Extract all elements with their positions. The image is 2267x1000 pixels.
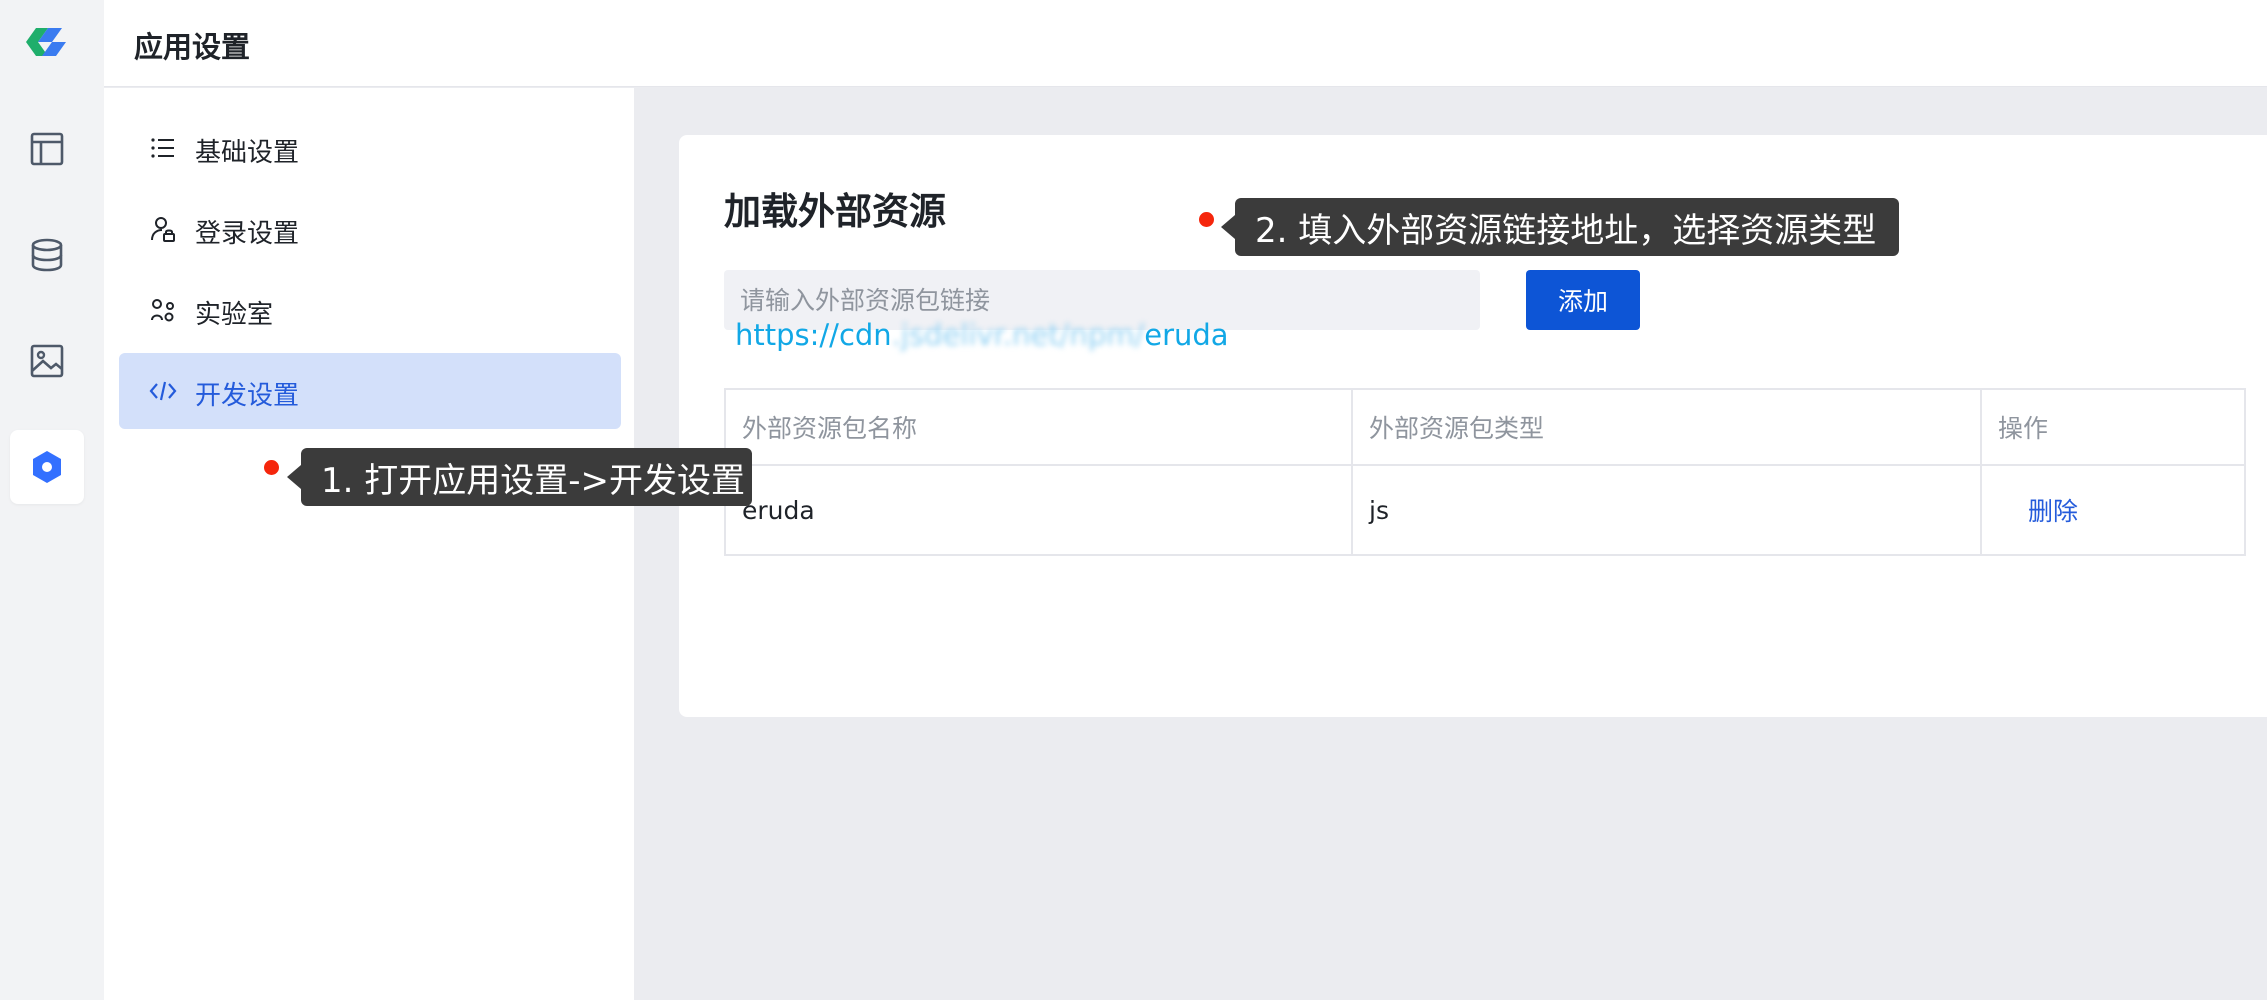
image-icon[interactable] [10,324,84,398]
sidebar-item-lab[interactable]: 实验室 [119,272,621,348]
url-blurred-part: .jsdelivr.net/npm/ [891,318,1145,352]
url-example-text: https://cdn.jsdelivr.net/npm/eruda [735,318,1229,352]
action-cell: 删除 [1982,466,2244,554]
table-row: eruda js 删除 [726,466,2244,554]
column-header-type: 外部资源包类型 [1353,390,1982,464]
icon-rail [0,0,104,1000]
hexagon-settings-icon[interactable] [10,430,84,504]
settings-sidebar: 基础设置 登录设置 实验室 开发设置 [104,88,634,1000]
annotation-tooltip-1: 1. 打开应用设置->开发设置 [287,448,752,506]
top-bar: 应用设置 [104,0,2267,87]
list-icon [149,134,177,162]
database-icon[interactable] [10,218,84,292]
delete-link[interactable]: 删除 [2028,492,2078,528]
annotation-marker-1 [264,460,279,475]
resource-table: 外部资源包名称 外部资源包类型 操作 eruda js 删除 [724,388,2246,556]
add-button[interactable]: 添加 [1526,270,1640,330]
sidebar-item-label: 开发设置 [195,381,300,411]
annotation-marker-2 [1199,212,1214,227]
code-icon [149,377,177,405]
resource-name-cell: eruda [726,466,1353,554]
url-suffix: eruda [1144,318,1229,352]
user-lock-icon [149,215,177,243]
sidebar-item-label: 登录设置 [195,219,300,249]
annotation-tooltip-2: 2. 填入外部资源链接地址，选择资源类型 [1221,198,1899,256]
layout-icon[interactable] [10,112,84,186]
sidebar-item-dev[interactable]: 开发设置 [119,353,621,429]
page-title: 应用设置 [134,30,251,64]
app-logo[interactable] [22,22,72,62]
url-prefix: https://cdn [735,318,892,352]
sidebar-item-login[interactable]: 登录设置 [119,191,621,267]
resource-type-cell: js [1353,466,1982,554]
sidebar-item-label: 实验室 [195,300,274,330]
sidebar-item-label: 基础设置 [195,138,300,168]
table-header: 外部资源包名称 外部资源包类型 操作 [726,390,2244,466]
section-title: 加载外部资源 [724,190,946,233]
sidebar-item-basic[interactable]: 基础设置 [119,110,621,186]
column-header-action: 操作 [1998,414,2049,443]
column-header-name: 外部资源包名称 [726,390,1353,464]
lab-icon [149,296,177,324]
